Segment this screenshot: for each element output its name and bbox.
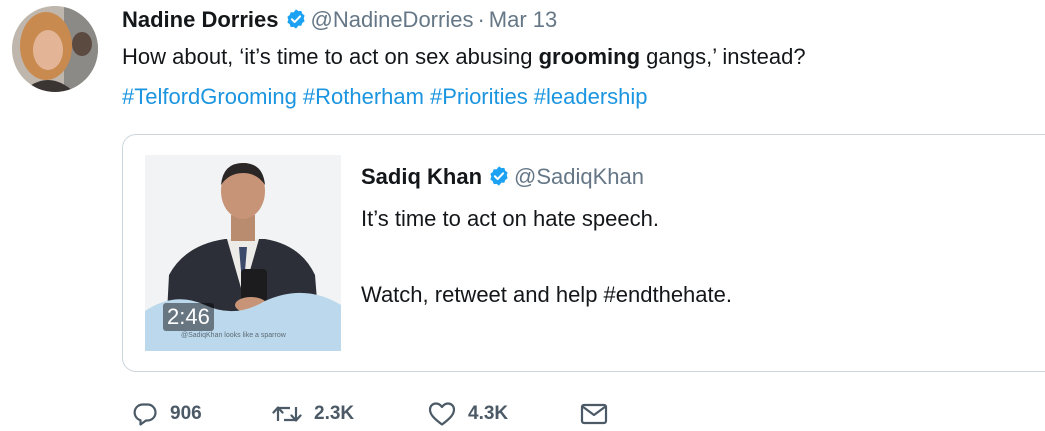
reply-count: 906	[170, 403, 202, 424]
video-thumbnail[interactable]: 2:46 @SadiqKhan looks like a sparrow	[145, 155, 341, 351]
direct-message-button[interactable]	[580, 398, 608, 430]
author-name[interactable]: Nadine Dorries	[122, 7, 279, 32]
quoted-text-line1: It’s time to act on hate speech.	[361, 206, 659, 231]
like-button[interactable]: 4.3K	[428, 398, 508, 430]
hashtag-link[interactable]: #TelfordGrooming	[122, 84, 297, 109]
quoted-author-handle[interactable]: @SadiqKhan	[514, 164, 644, 189]
tweet-text: How about, ‘it’s time to act on sex abus…	[122, 40, 806, 74]
video-caption: @SadiqKhan looks like a sparrow	[181, 332, 286, 339]
action-bar: 906 2.3K 4.3K	[132, 398, 832, 430]
retweet-button[interactable]: 2.3K	[272, 398, 354, 430]
heart-icon	[428, 401, 456, 427]
quoted-text-line2: Watch, retweet and help #endthehate.	[361, 282, 732, 307]
author-handle[interactable]: @NadineDorries	[311, 7, 474, 32]
hashtag-link[interactable]: #Priorities	[430, 84, 528, 109]
hashtag-list: #TelfordGrooming #Rotherham #Priorities #le…	[122, 80, 654, 114]
tweet: Nadine Dorries @NadineDorries · Mar 13 How …	[0, 0, 1045, 431]
envelope-icon	[580, 402, 608, 426]
tweet-text-part2: gangs,’ instead?	[640, 44, 806, 69]
separator: ·	[477, 7, 485, 32]
like-count: 4.3K	[468, 403, 509, 424]
tweet-header: Nadine Dorries @NadineDorries · Mar 13	[122, 4, 557, 36]
hashtag-link[interactable]: #Rotherham	[303, 84, 424, 109]
verified-badge-icon	[488, 164, 510, 196]
retweet-icon	[272, 401, 302, 427]
reply-icon	[132, 401, 158, 427]
tweet-text-part1: How about, ‘it’s time to act on sex abus…	[122, 44, 539, 69]
quoted-tweet-header: Sadiq Khan @SadiqKhan	[361, 161, 644, 196]
quoted-author-name[interactable]: Sadiq Khan	[361, 164, 482, 189]
verified-badge-icon	[285, 7, 307, 39]
avatar[interactable]	[12, 6, 98, 92]
tweet-text-bold: grooming	[538, 44, 641, 69]
tweet-date[interactable]: Mar 13	[489, 7, 557, 32]
quoted-tweet-card[interactable]: 2:46 @SadiqKhan looks like a sparrow Sad…	[122, 134, 1045, 372]
reply-button[interactable]: 906	[132, 398, 202, 430]
video-duration: 2:46	[163, 303, 214, 331]
hashtag-link[interactable]: #leadership	[534, 84, 648, 109]
retweet-count: 2.3K	[314, 403, 355, 424]
